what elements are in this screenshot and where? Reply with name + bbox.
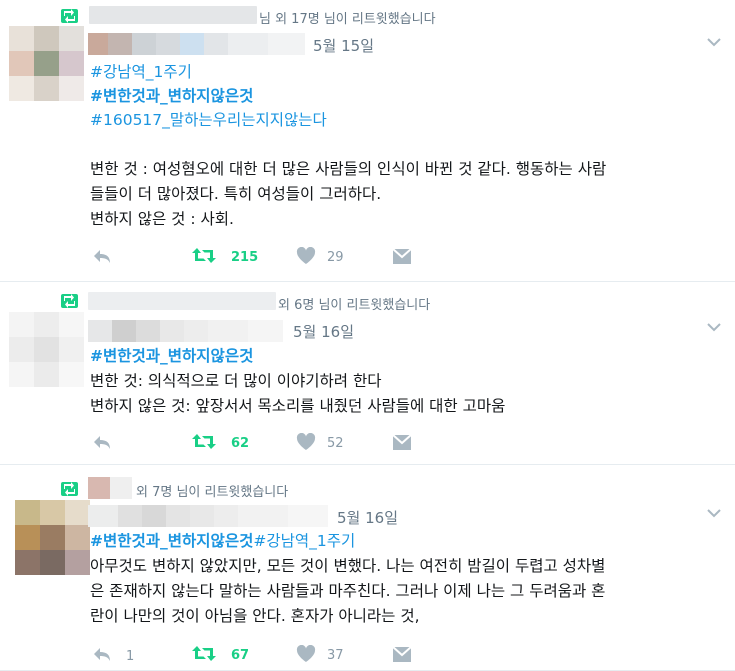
heart-icon[interactable] <box>296 247 316 265</box>
avatar[interactable] <box>15 500 90 575</box>
retweeter-name-blurred[interactable] <box>88 477 132 499</box>
tweet-text-line: 은 존재하지 않는다 말하는 사람들과 마주친다. 그러나 이제 나는 그 두려… <box>90 582 606 600</box>
retweet-count: 67 <box>231 648 250 663</box>
like-count: 37 <box>327 648 344 663</box>
retweet-badge-icon <box>61 294 78 308</box>
chevron-down-icon[interactable] <box>707 37 721 47</box>
tweet-text-line: 변한 것: 의식적으로 더 많이 이야기하려 한다 <box>90 372 382 390</box>
avatar[interactable] <box>9 312 84 387</box>
retweet-count: 215 <box>231 250 259 265</box>
retweet-badge-icon <box>61 9 78 23</box>
tweet-text-line: 들들이 더 많아졌다. 특히 여성들이 그러하다. <box>90 185 382 203</box>
retweeter-name-blurred[interactable] <box>89 6 257 24</box>
hashtag[interactable]: #160517_말하는우리는지지않는다 <box>90 109 327 132</box>
retweet-icon[interactable] <box>192 433 216 450</box>
retweet-badge-icon <box>61 482 78 496</box>
author-name-blurred[interactable] <box>88 505 328 527</box>
reply-icon[interactable] <box>92 248 112 264</box>
hashtag[interactable]: #강남역_1주기 <box>253 532 355 550</box>
reply-icon[interactable] <box>92 434 112 450</box>
avatar[interactable] <box>9 26 84 101</box>
chevron-down-icon[interactable] <box>707 322 721 332</box>
hashtag[interactable]: #변한것과_변하지않은것 <box>90 345 253 368</box>
tweet-date[interactable]: 5월 15일 <box>313 35 374 56</box>
retweet-context: 외 7명 님이 리트윗했습니다 <box>136 485 289 500</box>
retweet-context: 외 6명 님이 리트윗했습니다 <box>278 298 431 313</box>
heart-icon[interactable] <box>296 645 316 663</box>
retweet-count: 62 <box>231 436 250 451</box>
tweet[interactable]: 외 7명 님이 리트윗했습니다 5월 16일 #변한것과_변하지않은것#강남역_… <box>0 466 735 671</box>
chevron-down-icon[interactable] <box>707 508 721 518</box>
envelope-icon[interactable] <box>392 646 412 663</box>
hashtag[interactable]: #변한것과_변하지않은것 <box>90 85 253 108</box>
tweet[interactable]: 외 6명 님이 리트윗했습니다 5월 16일 #변한것과_변하지않은것 변한 것… <box>0 283 735 465</box>
hashtag-line[interactable]: #변한것과_변하지않은것#강남역_1주기 <box>90 530 355 553</box>
tweet[interactable]: 님 외 17명 님이 리트윗했습니다 5월 15일 #강남역_1주기 #변한것과… <box>0 0 735 282</box>
retweet-context: 님 외 17명 님이 리트윗했습니다 <box>259 12 436 27</box>
retweet-icon[interactable] <box>192 645 216 662</box>
tweet-text-line: 아무것도 변하지 않았지만, 모든 것이 변했다. 나는 여전히 밤길이 두렵고… <box>90 557 606 575</box>
tweet-text-line: 란이 나만의 것이 아님을 안다. 혼자가 아니라는 것, <box>90 607 420 625</box>
tweet-text-line: 변하지 않은 것: 앞장서서 목소리를 내줬던 사람들에 대한 고마움 <box>90 397 506 415</box>
envelope-icon[interactable] <box>392 248 412 265</box>
hashtag[interactable]: #변한것과_변하지않은것 <box>90 532 253 550</box>
author-name-blurred[interactable] <box>88 320 283 342</box>
hashtag[interactable]: #강남역_1주기 <box>90 61 192 84</box>
envelope-icon[interactable] <box>392 434 412 451</box>
like-count: 52 <box>327 436 344 451</box>
tweet-text-line: 변한 것 : 여성혐오에 대한 더 많은 사람들의 인식이 바뀐 것 같다. 행… <box>90 160 607 178</box>
author-name-blurred[interactable] <box>88 33 305 55</box>
heart-icon[interactable] <box>296 433 316 451</box>
reply-icon[interactable] <box>92 646 112 662</box>
retweeter-name-blurred[interactable] <box>88 292 276 310</box>
tweet-date[interactable]: 5월 16일 <box>337 507 398 528</box>
retweet-icon[interactable] <box>192 247 216 264</box>
like-count: 29 <box>327 250 344 265</box>
tweet-date[interactable]: 5월 16일 <box>293 321 354 342</box>
tweet-text-line: 변하지 않은 것 : 사회. <box>90 210 234 228</box>
reply-count: 1 <box>126 649 135 664</box>
